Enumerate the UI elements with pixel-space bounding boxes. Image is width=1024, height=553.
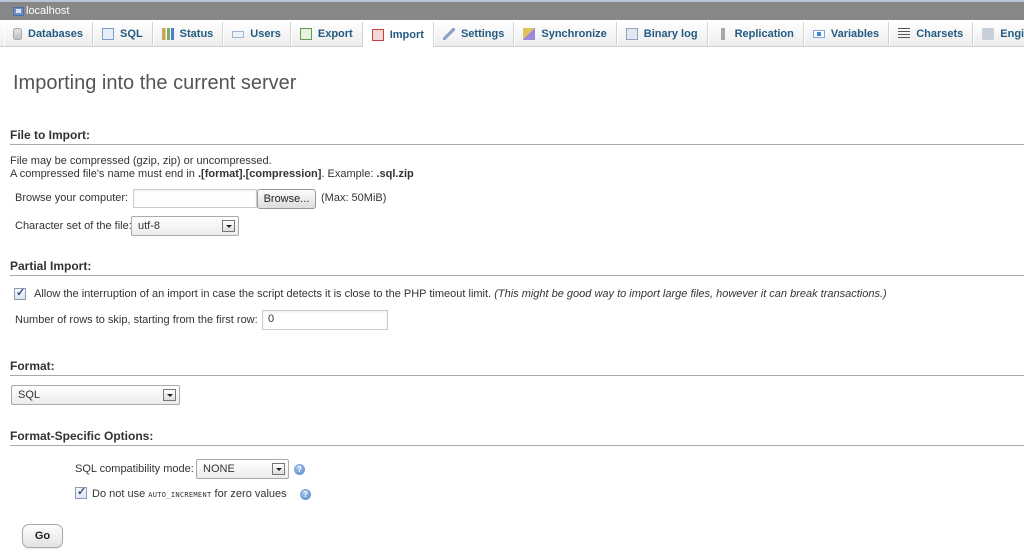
server-link[interactable]: localhost: [26, 5, 69, 17]
tab-sql[interactable]: SQL: [93, 22, 153, 46]
export-icon: [299, 28, 312, 40]
engines-icon: [982, 28, 995, 40]
no-auto-increment-checkbox[interactable]: [75, 485, 87, 499]
variables-icon: [812, 30, 825, 38]
database-icon: [13, 28, 22, 40]
text-prefix: Do not use: [92, 488, 149, 500]
charset-label: Character set of the file:: [15, 220, 132, 232]
skip-rows-label: Number of rows to skip, starting from th…: [15, 314, 258, 326]
tab-import[interactable]: Import: [362, 22, 434, 48]
tab-binary-log[interactable]: Binary log: [616, 22, 708, 46]
no-auto-increment-label: Do not use AUTO_INCREMENT for zero value…: [92, 488, 287, 500]
allow-interrupt-label: Allow the interruption of an import in c…: [34, 288, 887, 300]
auto-increment-code: AUTO_INCREMENT: [148, 491, 212, 499]
browse-label: Browse your computer:: [15, 192, 129, 204]
partial-import-heading: Partial Import:: [10, 259, 1024, 276]
tab-label: Databases: [28, 28, 84, 40]
tab-label: Export: [317, 28, 353, 40]
tab-label: Binary log: [643, 28, 698, 40]
help-icon[interactable]: ?: [300, 489, 311, 500]
format-value: SQL: [18, 389, 41, 401]
tab-settings[interactable]: Settings: [433, 22, 515, 46]
status-chart-icon: [161, 28, 174, 40]
tab-label: Charsets: [916, 28, 964, 40]
server-breadcrumb: localhost: [0, 0, 1024, 20]
import-icon: [371, 28, 384, 41]
synchronize-icon: [523, 28, 536, 40]
charset-value: utf-8: [138, 220, 161, 232]
go-button[interactable]: Go: [22, 524, 63, 548]
tab-label: Variables: [830, 28, 880, 40]
file-to-import-heading: File to Import:: [10, 128, 1024, 145]
compat-mode-value: NONE: [203, 463, 235, 475]
tab-charsets[interactable]: Charsets: [889, 22, 974, 46]
compression-example: A compressed file's name must end in .[f…: [10, 168, 414, 180]
wrench-icon: [442, 28, 455, 40]
users-icon: [232, 30, 245, 38]
max-size-note: (Max: 50MiB): [321, 192, 387, 204]
tab-label: Replication: [734, 28, 794, 40]
allow-interrupt-text: Allow the interruption of an import in c…: [34, 288, 492, 300]
tab-label: SQL: [120, 28, 143, 40]
tab-export[interactable]: Export: [290, 22, 363, 46]
example-filename: .sql.zip: [376, 168, 414, 180]
tab-users[interactable]: Users: [223, 22, 291, 46]
chevron-down-icon: [272, 463, 285, 475]
charsets-icon: [898, 28, 911, 40]
format-pattern: .[format].[compression]: [197, 168, 322, 180]
tab-label: Settings: [460, 28, 505, 40]
tab-label: Status: [179, 28, 214, 40]
format-heading: Format:: [10, 359, 1024, 376]
allow-interrupt-checkbox[interactable]: [14, 286, 26, 300]
server-icon: [13, 6, 24, 16]
tab-synchronize[interactable]: Synchronize: [514, 22, 617, 46]
compat-mode-select[interactable]: NONE: [196, 459, 289, 479]
page-title: Importing into the current server: [13, 72, 297, 94]
file-path-input[interactable]: [133, 189, 257, 208]
tab-label: Synchronize: [541, 28, 607, 40]
tab-replication[interactable]: Replication: [707, 22, 804, 46]
format-options-heading: Format-Specific Options:: [10, 429, 1024, 446]
charset-select[interactable]: utf-8: [131, 216, 239, 236]
compression-note: File may be compressed (gzip, zip) or un…: [10, 155, 272, 167]
binary-log-icon: [625, 28, 638, 40]
tab-engines[interactable]: Engines: [973, 22, 1024, 46]
help-icon[interactable]: ?: [294, 464, 305, 475]
text-mid: . Example:: [321, 168, 377, 180]
main-tab-bar: Databases SQL Status Users Export Import…: [0, 22, 1024, 48]
tab-label: Import: [389, 28, 424, 41]
browse-button[interactable]: Browse...: [257, 189, 316, 209]
text-suffix: for zero values: [211, 488, 287, 500]
tab-label: Engines: [1000, 28, 1024, 40]
chevron-down-icon: [163, 389, 176, 401]
tab-variables[interactable]: Variables: [803, 22, 890, 46]
sql-icon: [102, 28, 115, 40]
allow-interrupt-note: (This might be good way to import large …: [494, 288, 887, 300]
tab-databases[interactable]: Databases: [4, 22, 94, 46]
format-select[interactable]: SQL: [11, 385, 180, 405]
skip-rows-input[interactable]: 0: [262, 310, 388, 330]
tab-status[interactable]: Status: [152, 22, 224, 46]
text-prefix: A compressed file's name must end in: [10, 168, 198, 180]
replication-icon: [716, 28, 729, 40]
chevron-down-icon: [222, 220, 235, 232]
compat-mode-label: SQL compatibility mode:: [75, 463, 194, 475]
tab-label: Users: [250, 28, 281, 40]
